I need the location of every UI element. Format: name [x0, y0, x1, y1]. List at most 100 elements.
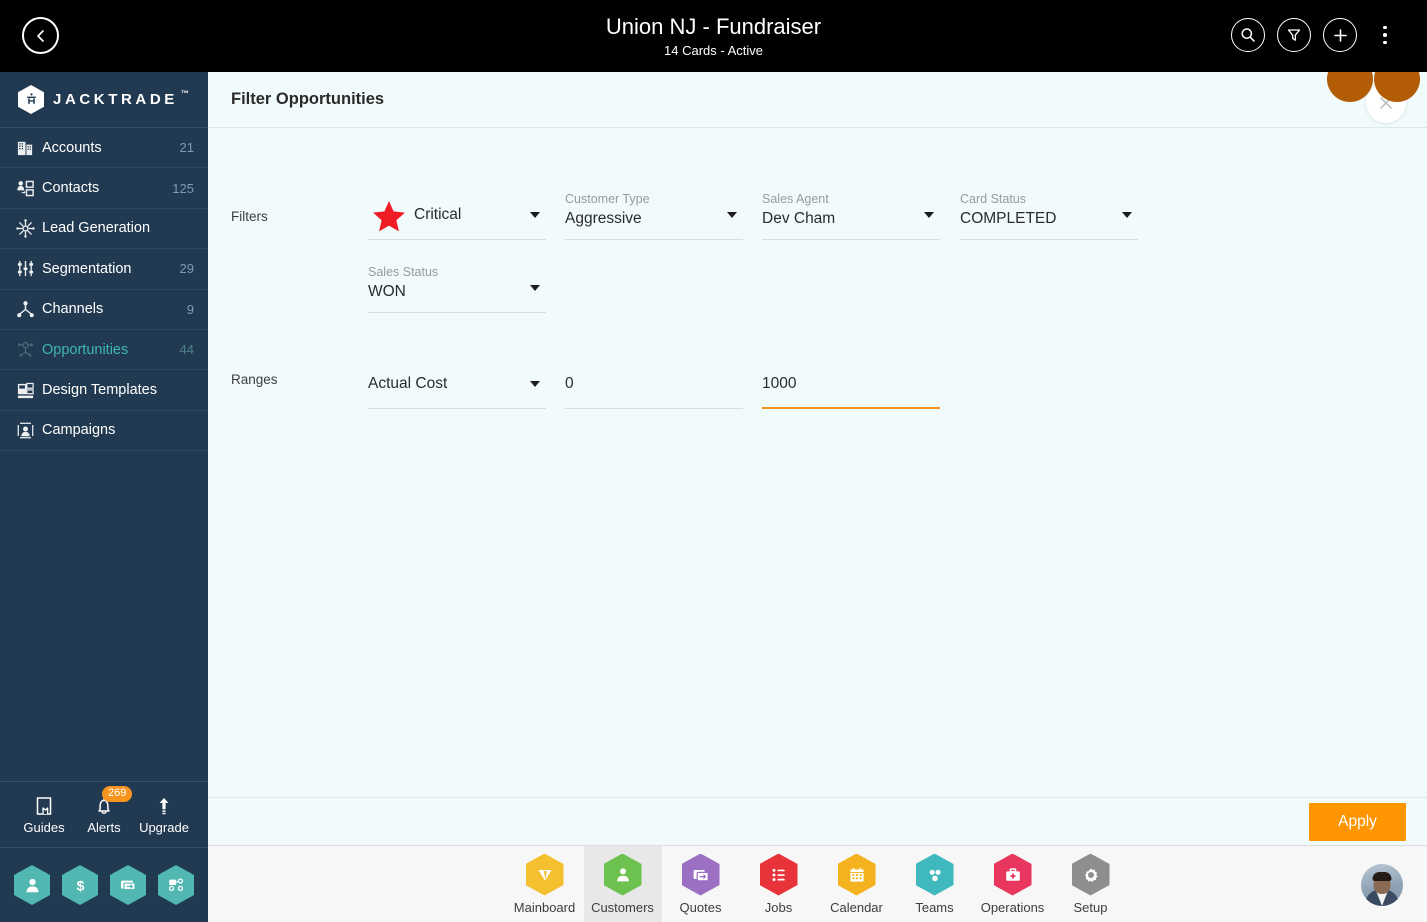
filter-sales-agent-value: Dev Cham: [762, 210, 836, 227]
sidebar-item-accounts[interactable]: Accounts 21: [0, 128, 208, 169]
sidebar-item-channels[interactable]: Channels 9: [0, 290, 208, 330]
sidebar: JACKTRADE ™ Accounts 21 Contacts 125 Lead Gen…: [0, 72, 208, 922]
sidebar-item-segmentation[interactable]: Segmentation 29: [0, 249, 208, 290]
sidebar-footer-alerts[interactable]: 269 Alerts: [74, 785, 134, 835]
filter-card-status-label: Card Status: [960, 192, 1027, 206]
segmentation-icon: [17, 261, 33, 277]
mainboard-icon: [525, 853, 564, 896]
field-underline: [368, 312, 546, 313]
sidebar-item-contacts[interactable]: Contacts 125: [0, 168, 208, 209]
chevron-down-icon[interactable]: [727, 212, 737, 218]
range-min-input[interactable]: 0: [565, 361, 743, 409]
apply-button[interactable]: Apply: [1309, 803, 1406, 841]
alerts-label: Alerts: [87, 819, 121, 835]
chevron-down-icon[interactable]: [530, 381, 540, 387]
jobs-icon: [772, 868, 785, 881]
range-max-value: 1000: [762, 375, 797, 392]
search-icon: [1241, 28, 1255, 42]
bottom-nav-item-setup[interactable]: Setup: [1052, 846, 1130, 922]
campaigns-icon: [16, 421, 34, 439]
bottom-nav-label: Setup: [1073, 899, 1108, 915]
page-subtitle: 14 Cards - Active: [664, 42, 763, 58]
quotes-icon: [693, 869, 709, 881]
filter-sales-status-label: Sales Status: [368, 265, 439, 279]
dollar-hex-icon[interactable]: $: [62, 865, 98, 905]
bottom-nav-item-mainboard[interactable]: Mainboard: [506, 846, 584, 922]
workflow-hex-icon[interactable]: [158, 865, 194, 905]
bottom-nav-item-operations[interactable]: Operations: [974, 846, 1052, 922]
opportunities-icon: [12, 340, 38, 359]
range-min-value: 0: [565, 375, 574, 392]
sidebar-item-count: 29: [179, 261, 194, 277]
setup-icon: [1084, 867, 1098, 882]
bottom-nav-item-quotes[interactable]: Quotes: [662, 846, 740, 922]
payment-icon: [121, 880, 136, 891]
bottom-nav-label: Quotes: [679, 899, 722, 915]
sidebar-footer-guides[interactable]: Guides: [14, 795, 74, 835]
sidebar-item-opportunities[interactable]: Opportunities 44: [0, 330, 208, 371]
filter-card-status-select[interactable]: Card Status COMPLETED: [960, 192, 1138, 240]
brand-logo[interactable]: JACKTRADE ™: [0, 72, 208, 128]
field-underline: [565, 239, 743, 240]
workflow-icon: [168, 878, 184, 892]
filter-customer-type-select[interactable]: Customer Type Aggressive: [565, 192, 743, 240]
chevron-left-icon: [36, 29, 44, 42]
panel-action-bar: Apply: [208, 797, 1427, 845]
sidebar-item-count: 21: [179, 140, 194, 156]
payment-hex-icon[interactable]: [110, 865, 146, 905]
search-button[interactable]: [1231, 18, 1265, 52]
sidebar-item-label: Design Templates: [42, 382, 157, 399]
sidebar-item-label: Campaigns: [42, 422, 116, 439]
operations-icon: [993, 853, 1032, 896]
templates-icon: [17, 382, 34, 398]
field-underline: [368, 408, 546, 409]
more-vertical-icon[interactable]: [1375, 18, 1395, 52]
jacktrade-mark-icon: [26, 93, 36, 104]
bottom-nav-item-customers[interactable]: Customers: [583, 845, 662, 922]
range-metric-select[interactable]: Actual Cost: [368, 361, 546, 409]
filter-sales-agent-select[interactable]: Sales Agent Dev Cham: [762, 192, 940, 240]
calendar-icon: [849, 867, 864, 882]
sidebar-item-label: Opportunities: [42, 341, 129, 358]
bottom-nav-label: Mainboard: [513, 899, 576, 915]
chevron-down-icon[interactable]: [530, 285, 540, 291]
panel-header: Filter Opportunities: [208, 72, 1427, 128]
filter-customer-type-label: Customer Type: [565, 192, 650, 206]
bottom-nav-item-calendar[interactable]: Calendar: [818, 846, 896, 922]
bottom-nav-label: Teams: [915, 899, 954, 915]
field-underline: [762, 239, 940, 240]
opportunities-icon: [17, 342, 33, 357]
chevron-down-icon[interactable]: [530, 212, 540, 218]
bottom-nav-item-teams[interactable]: Teams: [896, 846, 974, 922]
back-button[interactable]: [22, 17, 59, 54]
filter-button[interactable]: [1277, 18, 1311, 52]
sidebar-nav: Accounts 21 Contacts 125 Lead Generation Segm…: [0, 128, 208, 452]
sidebar-item-design-templates[interactable]: Design Templates: [0, 370, 208, 411]
filter-priority-select[interactable]: Critical: [368, 192, 546, 240]
sidebar-item-campaigns[interactable]: Campaigns: [0, 411, 208, 452]
field-underline: [565, 408, 743, 409]
guides-label: Guides: [23, 819, 65, 835]
avatar-glasses: [1373, 877, 1391, 883]
sidebar-item-label: Channels: [42, 301, 104, 318]
chevron-down-icon[interactable]: [1122, 212, 1132, 218]
bottom-nav-item-jobs[interactable]: Jobs: [740, 846, 818, 922]
avatar[interactable]: [1361, 864, 1403, 906]
panel-title: Filter Opportunities: [231, 90, 385, 108]
filter-sales-status-select[interactable]: Sales Status WON: [368, 265, 546, 313]
contacts-icon: [16, 180, 34, 196]
channels-icon: [12, 300, 38, 319]
person-hex-icon[interactable]: [14, 865, 50, 905]
filter-panel: Filter Opportunities Filters Critical Cu…: [208, 72, 1427, 845]
alerts-badge: 269: [102, 785, 133, 802]
sidebar-item-lead-generation[interactable]: Lead Generation: [0, 209, 208, 250]
star-icon: [373, 201, 405, 232]
add-button[interactable]: [1323, 18, 1357, 52]
lead-gen-icon: [15, 219, 35, 238]
jobs-icon: [759, 853, 798, 896]
range-max-input[interactable]: 1000: [762, 361, 940, 409]
sidebar-footer-upgrade[interactable]: Upgrade: [134, 795, 194, 835]
chevron-down-icon[interactable]: [924, 212, 934, 218]
field-underline: [368, 239, 546, 240]
bottom-nav-label: Jobs: [764, 899, 793, 915]
